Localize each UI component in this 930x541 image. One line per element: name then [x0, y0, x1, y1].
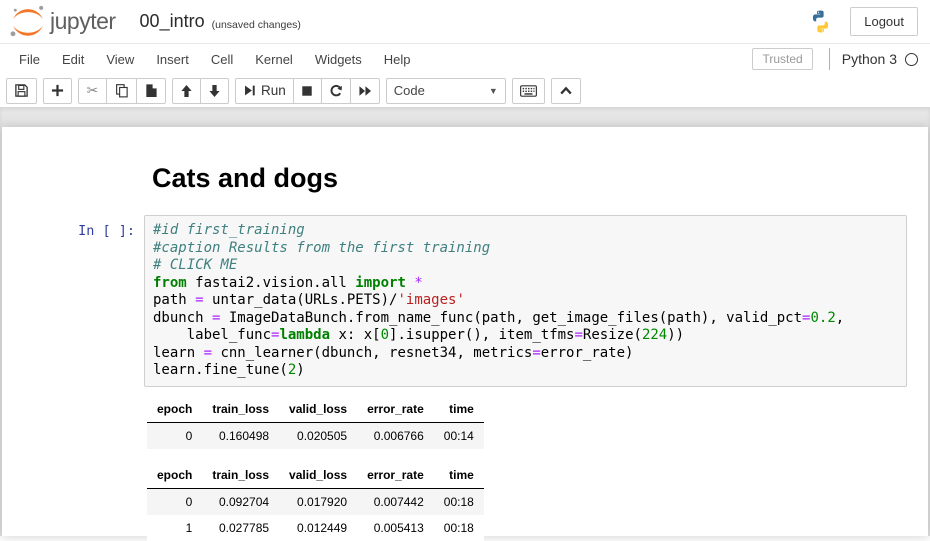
menu-item-edit[interactable]: Edit: [51, 46, 95, 73]
restart-run-all-icon: [358, 85, 372, 97]
code-line: dbunch = ImageDataBunch.from_name_func(p…: [153, 310, 898, 328]
notebook-header: jupyter 00_intro (unsaved changes) Logou…: [0, 0, 930, 44]
table-cell: 0.007442: [357, 488, 434, 515]
trusted-button[interactable]: Trusted: [752, 48, 812, 70]
menu-item-view[interactable]: View: [95, 46, 145, 73]
menu-item-cell[interactable]: Cell: [200, 46, 244, 73]
table-header-time: time: [434, 463, 484, 489]
restart-kernel-button[interactable]: [321, 78, 351, 104]
markdown-cell[interactable]: Cats and dogs: [2, 163, 928, 194]
move-cell-up-button[interactable]: [172, 78, 201, 104]
menubar: FileEditViewInsertCellKernelWidgetsHelp …: [0, 44, 930, 74]
add-cell-icon: [51, 84, 64, 97]
output-table: epochtrain_lossvalid_losserror_ratetime0…: [147, 463, 484, 541]
interrupt-kernel-button[interactable]: [293, 78, 322, 104]
code-line: #id first_training: [153, 222, 898, 240]
table-cell: 0.092704: [202, 488, 279, 515]
kernel-name: Python 3: [842, 51, 897, 67]
command-palette-button[interactable]: [512, 78, 545, 104]
table-header-time: time: [434, 397, 484, 423]
table-cell: 0.020505: [279, 422, 357, 449]
move-up-icon: [180, 84, 193, 98]
table-cell: 0.160498: [202, 422, 279, 449]
stop-icon: [301, 85, 313, 97]
chevron-down-icon: ▼: [489, 86, 498, 96]
table-header-error_rate: error_rate: [357, 463, 434, 489]
jupyter-logo-icon: [8, 3, 48, 41]
table-cell: 00:14: [434, 422, 484, 449]
jupyter-logo[interactable]: jupyter: [8, 3, 116, 41]
table-cell: 0: [147, 488, 202, 515]
code-line: #caption Results from the first training: [153, 240, 898, 258]
table-cell: 0.006766: [357, 422, 434, 449]
cell-type-value: Code: [394, 83, 425, 98]
cut-cell-button[interactable]: ✂: [78, 78, 107, 104]
move-down-icon: [208, 84, 221, 98]
table-header-valid_loss: valid_loss: [279, 397, 357, 423]
table-header-epoch: epoch: [147, 463, 202, 489]
save-icon: [14, 83, 29, 98]
keyboard-icon: [520, 85, 537, 97]
paste-cell-button[interactable]: [136, 78, 166, 104]
cut-icon: ✂: [87, 82, 99, 99]
code-line: learn = cnn_learner(dbunch, resnet34, me…: [153, 345, 898, 363]
code-line: label_func=lambda x: x[0].isupper(), ite…: [153, 327, 898, 345]
toggle-toolbar-button[interactable]: [551, 78, 581, 104]
menubar-items: FileEditViewInsertCellKernelWidgetsHelp: [8, 46, 422, 73]
table-header-train_loss: train_loss: [202, 463, 279, 489]
move-cell-down-button[interactable]: [200, 78, 229, 104]
table-header-train_loss: train_loss: [202, 397, 279, 423]
save-button[interactable]: [6, 78, 37, 104]
jupyter-logo-text: jupyter: [50, 8, 116, 35]
table-cell: 00:18: [434, 488, 484, 515]
checkpoint-status: (unsaved changes): [212, 13, 301, 31]
chevron-up-icon: [559, 85, 573, 96]
code-line: learn.fine_tune(2): [153, 362, 898, 380]
table-cell: 0: [147, 422, 202, 449]
run-button-label: Run: [261, 83, 286, 98]
code-editor[interactable]: #id first_training#caption Results from …: [144, 215, 907, 387]
code-line: path = untar_data(URLs.PETS)/'images': [153, 292, 898, 310]
run-cell-button[interactable]: Run: [235, 78, 294, 104]
divider: [829, 48, 830, 70]
python-logo-icon: [807, 8, 834, 35]
add-cell-button[interactable]: [43, 78, 72, 104]
table-header-valid_loss: valid_loss: [279, 463, 357, 489]
code-line: # CLICK ME: [153, 257, 898, 275]
page-title: Cats and dogs: [152, 163, 928, 194]
run-icon: [243, 84, 256, 97]
code-line: from fastai2.vision.all import *: [153, 275, 898, 293]
table-header-error_rate: error_rate: [357, 397, 434, 423]
menu-item-help[interactable]: Help: [373, 46, 422, 73]
table-row: 00.0927040.0179200.00744200:18: [147, 488, 484, 515]
notebook-site: Cats and dogs In [ ]: #id first_training…: [0, 107, 930, 536]
menu-item-kernel[interactable]: Kernel: [244, 46, 304, 73]
menu-item-file[interactable]: File: [8, 46, 51, 73]
cell-prompt: In [ ]:: [2, 215, 144, 387]
restart-kernel-icon: [329, 84, 343, 98]
copy-icon: [114, 83, 129, 98]
notebook-title[interactable]: 00_intro: [140, 11, 205, 32]
cell-output-area: epochtrain_lossvalid_losserror_ratetime0…: [147, 397, 928, 541]
paste-icon: [144, 83, 158, 98]
menu-item-widgets[interactable]: Widgets: [304, 46, 373, 73]
table-cell: 0.017920: [279, 488, 357, 515]
copy-cell-button[interactable]: [106, 78, 137, 104]
table-row: 00.1604980.0205050.00676600:14: [147, 422, 484, 449]
notebook-container: Cats and dogs In [ ]: #id first_training…: [2, 127, 928, 536]
cell-type-dropdown[interactable]: Code ▼: [386, 78, 506, 104]
logout-button[interactable]: Logout: [850, 7, 918, 36]
menu-item-insert[interactable]: Insert: [145, 46, 200, 73]
restart-run-all-button[interactable]: [350, 78, 380, 104]
output-table: epochtrain_lossvalid_losserror_ratetime0…: [147, 397, 484, 449]
code-cell[interactable]: In [ ]: #id first_training#caption Resul…: [2, 215, 928, 387]
table-header-epoch: epoch: [147, 397, 202, 423]
kernel-idle-icon: [905, 53, 918, 66]
toolbar: ✂: [0, 74, 930, 107]
